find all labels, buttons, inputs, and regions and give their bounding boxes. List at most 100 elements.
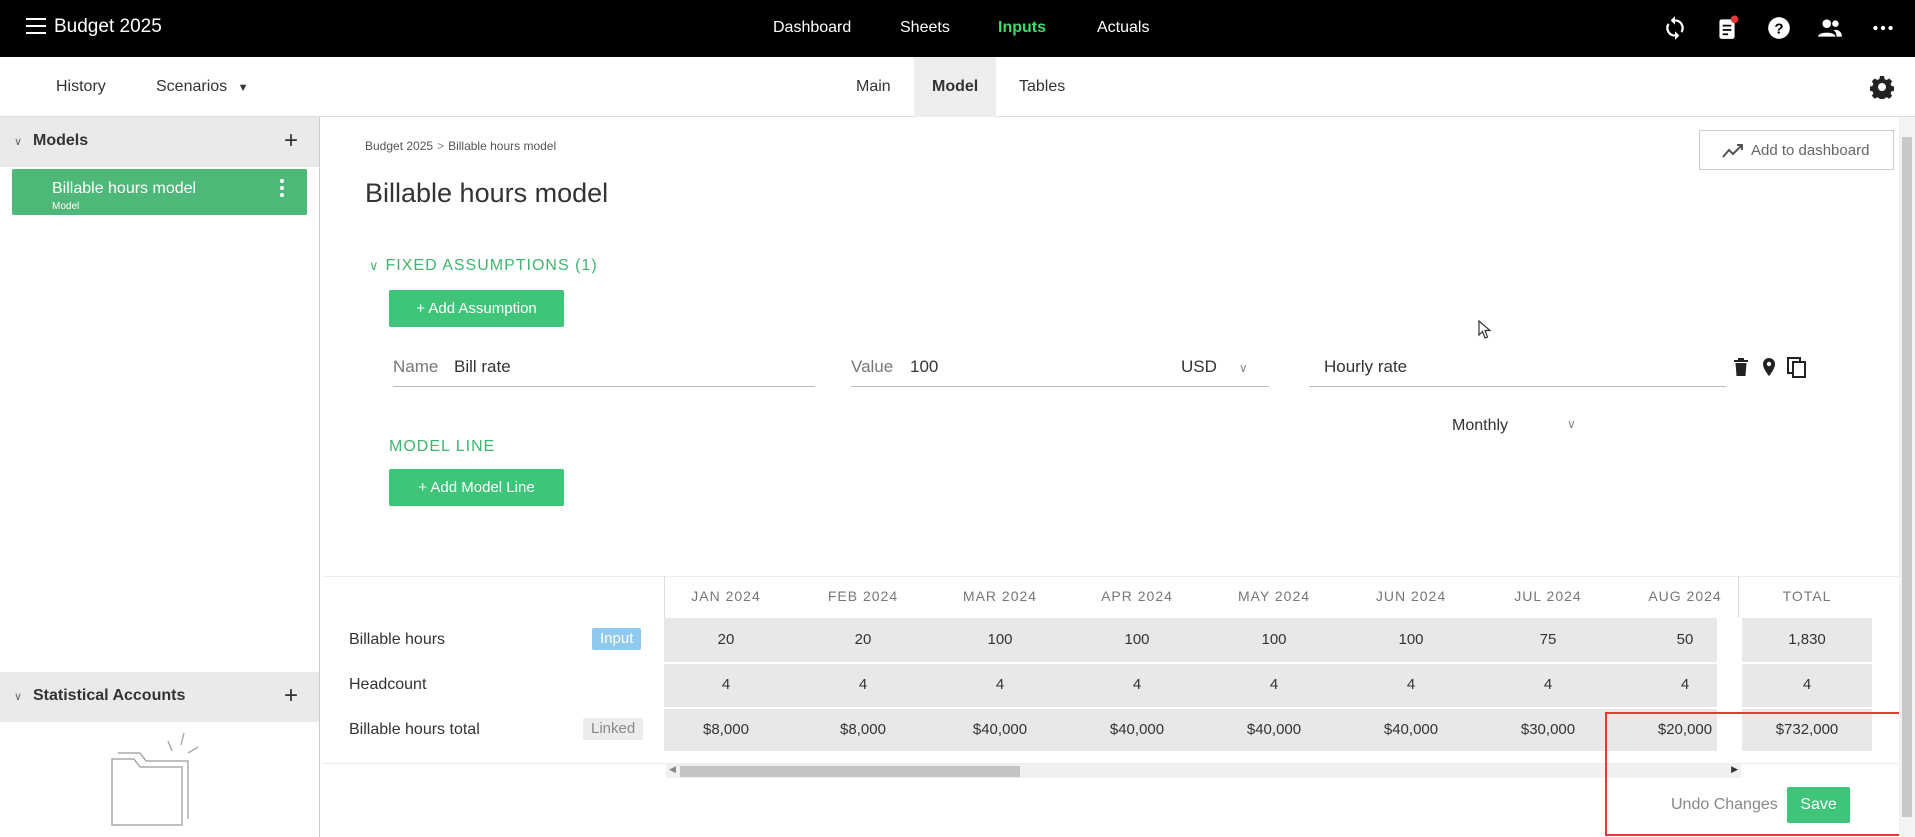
- header-divider: [664, 576, 665, 618]
- column-header: JAN 2024: [691, 588, 761, 604]
- chevron-down-icon: ▼: [237, 82, 249, 94]
- linked-badge: Linked: [583, 718, 644, 740]
- sidebar-item-billable-hours-model[interactable]: Billable hours model Model: [12, 169, 307, 215]
- breadcrumb-current: Billable hours model: [448, 139, 557, 153]
- table-cell[interactable]: 20: [670, 631, 782, 648]
- clipboard-notification-icon[interactable]: [1714, 15, 1740, 41]
- chevron-down-icon: ∨: [369, 258, 380, 273]
- row-label-headcount: Headcount: [349, 676, 427, 693]
- fixed-assumptions-toggle[interactable]: ∨ FIXED ASSUMPTIONS (1): [369, 257, 598, 275]
- table-cell[interactable]: 100: [1081, 631, 1193, 648]
- table-cell[interactable]: 100: [944, 631, 1056, 648]
- table-cell[interactable]: 75: [1492, 631, 1604, 648]
- column-header: MAR 2024: [962, 588, 1038, 604]
- hamburger-menu-icon[interactable]: [26, 18, 46, 34]
- table-cell[interactable]: 4: [1081, 676, 1193, 693]
- table-top-divider: [322, 576, 1902, 577]
- more-options-icon[interactable]: [1870, 15, 1896, 41]
- add-to-dashboard-button[interactable]: Add to dashboard: [1699, 130, 1894, 170]
- chevron-down-icon[interactable]: ∨: [14, 135, 22, 148]
- table-cell[interactable]: 4: [1492, 676, 1604, 693]
- chevron-down-icon[interactable]: ∨: [14, 690, 22, 703]
- location-pin-icon[interactable]: [1761, 357, 1777, 377]
- users-icon[interactable]: [1817, 15, 1843, 41]
- scenarios-dropdown[interactable]: Scenarios ▼: [156, 78, 249, 96]
- vertical-scrollbar[interactable]: [1899, 117, 1915, 837]
- horizontal-scrollbar[interactable]: ◀ ▶: [666, 764, 1741, 778]
- column-header: MAY 2024: [1237, 588, 1311, 604]
- nav-actuals[interactable]: Actuals: [1097, 19, 1149, 37]
- nav-inputs[interactable]: Inputs: [998, 19, 1046, 37]
- row-divider: [664, 662, 1872, 664]
- table-cell[interactable]: 100: [1218, 631, 1330, 648]
- table-cell[interactable]: 4: [1629, 676, 1741, 693]
- table-cell: $40,000: [1246, 721, 1302, 738]
- frequency-select[interactable]: Monthly ∨: [1452, 417, 1576, 435]
- chevron-down-icon: ∨: [1567, 417, 1576, 431]
- table-cell[interactable]: 20: [807, 631, 919, 648]
- highlight-box: [1605, 712, 1905, 836]
- scrollbar-thumb[interactable]: [1902, 137, 1912, 817]
- table-cell[interactable]: 4: [1355, 676, 1467, 693]
- tab-model[interactable]: Model: [914, 57, 997, 117]
- column-header: JUL 2024: [1514, 588, 1582, 604]
- add-assumption-button[interactable]: + Add Assumption: [389, 290, 564, 327]
- add-model-icon[interactable]: +: [284, 127, 298, 155]
- add-model-line-button[interactable]: + Add Model Line: [389, 469, 564, 506]
- total-column-header: TOTAL: [1782, 588, 1832, 604]
- mouse-cursor-icon: [1478, 320, 1492, 339]
- models-header[interactable]: ∨ Models +: [0, 117, 319, 167]
- table-cell[interactable]: 4: [944, 676, 1056, 693]
- nav-dashboard[interactable]: Dashboard: [773, 19, 851, 37]
- statistical-accounts-header[interactable]: ∨ Statistical Accounts +: [0, 672, 319, 722]
- table-cell[interactable]: 50: [1629, 631, 1741, 648]
- nav-sheets[interactable]: Sheets: [900, 19, 950, 37]
- scroll-left-arrow-icon[interactable]: ◀: [669, 764, 676, 775]
- frequency-value: Monthly: [1452, 417, 1509, 434]
- fixed-assumptions-label: FIXED ASSUMPTIONS (1): [385, 257, 598, 274]
- table-cell: $40,000: [972, 721, 1028, 738]
- tab-main[interactable]: Main: [838, 57, 909, 117]
- sub-bar: History Scenarios ▼ Main Model Tables: [0, 57, 1915, 117]
- model-item-name: Billable hours model: [52, 180, 197, 197]
- copy-icon[interactable]: [1787, 357, 1807, 379]
- tab-tables[interactable]: Tables: [1001, 57, 1083, 117]
- scrollbar-thumb[interactable]: [680, 766, 1020, 777]
- row-label-billable-hours-total: Billable hours total: [349, 721, 480, 738]
- currency-select[interactable]: USD ∨: [1181, 357, 1248, 377]
- name-label: Name: [393, 357, 439, 376]
- table-cell: $8,000: [840, 721, 886, 738]
- description-input[interactable]: Hourly rate: [1324, 357, 1407, 377]
- value-input[interactable]: 100: [910, 357, 938, 377]
- table-cell: $8,000: [703, 721, 749, 738]
- table-cell: $40,000: [1383, 721, 1439, 738]
- name-input[interactable]: Bill rate: [454, 357, 511, 377]
- top-bar: Budget 2025 Dashboard Sheets Inputs Actu…: [0, 0, 1915, 57]
- app-title: Budget 2025: [54, 16, 162, 37]
- table-cell: $40,000: [1109, 721, 1165, 738]
- total-cell: 4: [1802, 676, 1812, 693]
- breadcrumb-root[interactable]: Budget 2025: [365, 139, 433, 153]
- column-header: FEB 2024: [827, 588, 899, 604]
- trend-line-icon: [1722, 144, 1743, 158]
- kebab-menu-icon[interactable]: [279, 179, 285, 201]
- add-statistical-account-icon[interactable]: +: [284, 682, 298, 710]
- svg-text:?: ?: [1774, 20, 1783, 37]
- table-cell[interactable]: 4: [670, 676, 782, 693]
- add-to-dashboard-label: Add to dashboard: [1751, 142, 1870, 159]
- input-badge: Input: [592, 628, 642, 650]
- trash-icon[interactable]: [1733, 357, 1749, 377]
- currency-value: USD: [1181, 357, 1217, 376]
- page-title: Billable hours model: [365, 178, 609, 208]
- model-item-type: Model: [52, 201, 80, 212]
- table-cell[interactable]: 100: [1355, 631, 1467, 648]
- table-cell[interactable]: 4: [807, 676, 919, 693]
- row-divider: [664, 707, 1872, 709]
- history-link[interactable]: History: [56, 78, 106, 96]
- chevron-down-icon: ∨: [1238, 361, 1248, 375]
- sync-icon[interactable]: [1662, 15, 1688, 41]
- gear-icon[interactable]: [1870, 75, 1894, 99]
- table-cell[interactable]: 4: [1218, 676, 1330, 693]
- empty-folder-icon: [111, 732, 199, 826]
- help-icon[interactable]: ?: [1766, 15, 1792, 41]
